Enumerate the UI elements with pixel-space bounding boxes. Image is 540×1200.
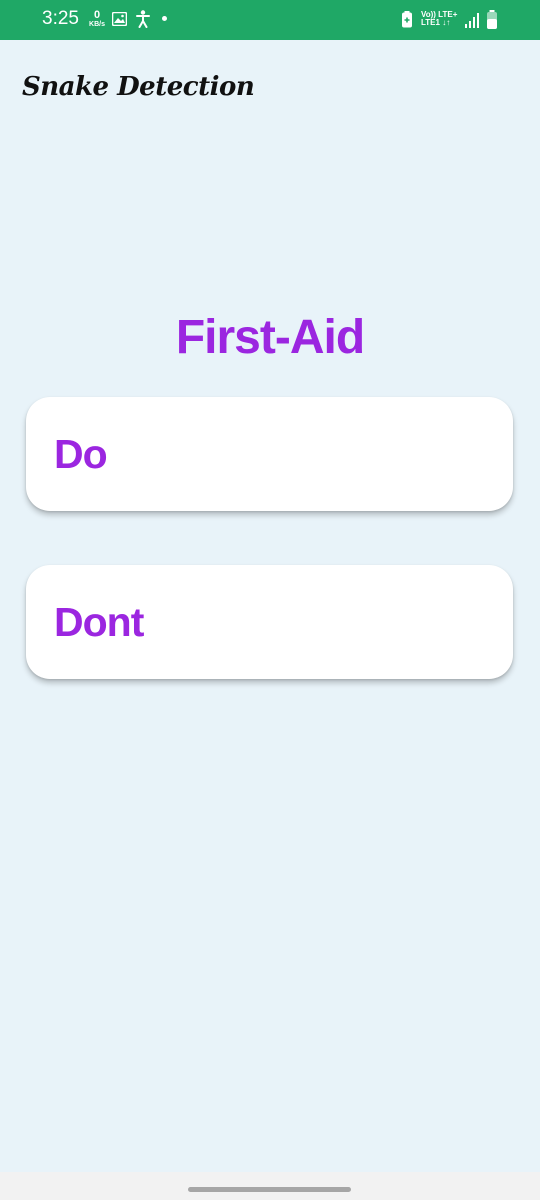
status-bar: 3:25 0 KB/s Vo)) LTE+ LTE1 ↓↑ [0,0,540,40]
signal-icon [465,12,481,28]
gallery-icon [112,12,127,26]
page-heading: First-Aid [175,311,365,364]
dont-label: Dont [54,599,144,645]
network-speed-unit: KB/s [89,21,105,28]
battery-saver-icon [401,11,413,28]
network-type: Vo)) LTE+ LTE1 ↓↑ [421,11,457,27]
notification-dot [162,16,167,21]
do-label: Do [54,431,108,477]
home-gesture-handle[interactable] [188,1187,351,1192]
dont-card-button[interactable]: Dont [26,565,513,679]
network-line-2: LTE1 ↓↑ [421,18,451,27]
battery-icon [486,10,498,30]
do-card-button[interactable]: Do [26,397,513,511]
accessibility-icon [136,10,150,28]
app-title: Snake Detection [22,72,255,102]
network-speed: 0 KB/s [86,9,108,29]
gesture-nav-bar [0,1172,540,1200]
status-time: 3:25 [42,8,79,29]
network-speed-value: 0 [93,9,101,21]
